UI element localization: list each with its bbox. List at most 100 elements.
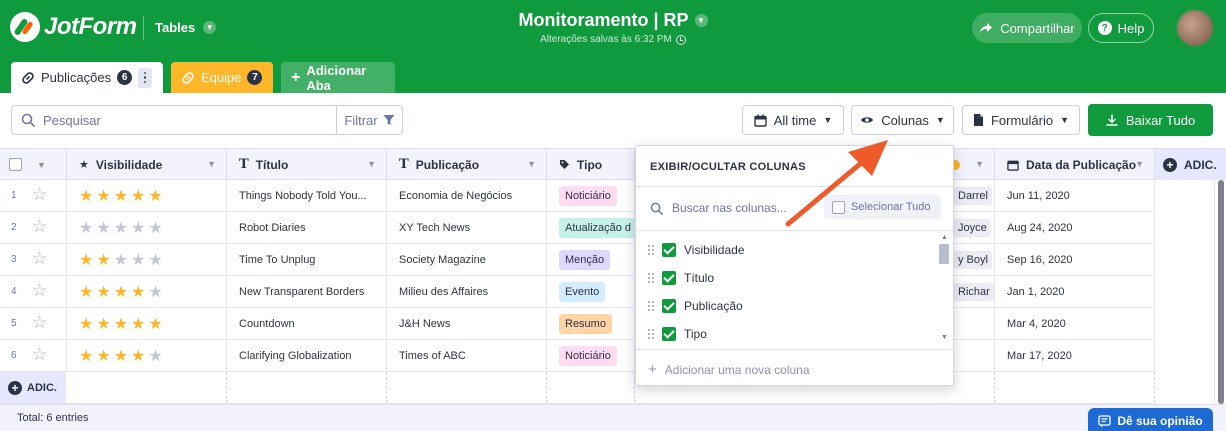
star-outline-icon[interactable]: ☆ <box>32 281 47 301</box>
rating-star-icon[interactable]: ★ <box>114 314 128 334</box>
publication-cell[interactable]: Times of ABC <box>387 340 547 371</box>
star-outline-icon[interactable]: ☆ <box>32 249 47 269</box>
chevron-down-icon[interactable]: ▼ <box>207 159 216 169</box>
row-number-cell[interactable]: 6 ☆ <box>0 340 67 371</box>
row-number-cell[interactable]: 4 ☆ <box>0 276 67 307</box>
title-cell[interactable]: Things Nobody Told You... <box>227 180 387 211</box>
column-header-tipo[interactable]: Tipo <box>547 149 635 180</box>
download-all-button[interactable]: Baixar Tudo <box>1088 104 1213 136</box>
type-cell[interactable]: Atualização d <box>547 212 635 243</box>
title-cell[interactable]: Time To Unplug <box>227 244 387 275</box>
form-button[interactable]: Formulário ▼ <box>962 105 1080 135</box>
vertical-scrollbar[interactable] <box>1214 180 1226 404</box>
rating-star-icon[interactable]: ★ <box>114 346 128 366</box>
chevron-down-icon[interactable]: ▼ <box>37 160 46 170</box>
star-rating[interactable]: ★ ★ ★ ★ ★ <box>79 346 163 366</box>
date-cell[interactable]: Aug 24, 2020 <box>995 212 1155 243</box>
type-cell[interactable]: Resumo <box>547 308 635 339</box>
rating-star-icon[interactable]: ★ <box>131 186 145 206</box>
column-header-pessoa[interactable]: ▼ <box>950 149 995 180</box>
title-cell[interactable]: Countdown <box>227 308 387 339</box>
feedback-button[interactable]: Dê sua opinião <box>1088 408 1213 431</box>
table-title[interactable]: Monitoramento | RP ▼ <box>518 10 708 31</box>
column-checkbox[interactable] <box>662 271 676 285</box>
scrollbar-thumb[interactable] <box>1218 180 1224 404</box>
column-toggle-publicacao[interactable]: Publicação <box>648 292 743 320</box>
column-list-scrollbar[interactable]: ▲ ▼ <box>938 234 950 344</box>
rating-star-icon[interactable]: ★ <box>96 250 110 270</box>
title-cell[interactable]: Clarifying Globalization <box>227 340 387 371</box>
rating-star-icon[interactable]: ★ <box>148 314 162 334</box>
publication-cell[interactable]: Society Magazine <box>387 244 547 275</box>
person-cell[interactable]: y Boyl <box>954 244 995 275</box>
rating-star-icon[interactable]: ★ <box>131 218 145 238</box>
type-cell[interactable]: Evento <box>547 276 635 307</box>
rating-star-icon[interactable]: ★ <box>114 282 128 302</box>
select-all-checkbox[interactable] <box>9 158 22 171</box>
select-all-header[interactable]: ▼ <box>0 149 67 180</box>
add-new-column-button[interactable]: + Adicionar uma nova coluna <box>648 362 810 377</box>
column-search[interactable]: Buscar nas colunas... <box>650 201 787 215</box>
column-checkbox[interactable] <box>662 327 676 341</box>
date-cell[interactable]: Jan 1, 2020 <box>995 276 1155 307</box>
rating-star-icon[interactable]: ★ <box>79 186 93 206</box>
publication-cell[interactable]: XY Tech News <box>387 212 547 243</box>
drag-handle-icon[interactable] <box>648 245 654 255</box>
row-number-cell[interactable]: 3 ☆ <box>0 244 67 275</box>
date-cell[interactable]: Jun 11, 2020 <box>995 180 1155 211</box>
avatar[interactable] <box>1177 10 1213 46</box>
column-toggle-tipo[interactable]: Tipo <box>648 320 707 348</box>
add-tab-button[interactable]: + Adicionar Aba <box>281 62 395 93</box>
chevron-down-icon[interactable]: ▼ <box>1135 159 1144 169</box>
date-cell[interactable]: Mar 17, 2020 <box>995 340 1155 371</box>
column-checkbox[interactable] <box>662 299 676 313</box>
star-rating[interactable]: ★ ★ ★ ★ ★ <box>79 218 163 238</box>
tab-publicacoes[interactable]: Publicações 6 <box>11 62 163 93</box>
rating-star-icon[interactable]: ★ <box>148 218 162 238</box>
drag-handle-icon[interactable] <box>648 273 654 283</box>
empty-cell[interactable] <box>954 372 995 403</box>
publication-cell[interactable]: Milieu des Affaires <box>387 276 547 307</box>
publication-cell[interactable]: J&H News <box>387 308 547 339</box>
chevron-down-icon[interactable]: ▼ <box>367 159 376 169</box>
more-options-icon[interactable] <box>138 67 153 88</box>
column-header-titulo[interactable]: T Título ▼ <box>227 149 387 180</box>
publication-cell[interactable]: Economia de Negócios <box>387 180 547 211</box>
rating-star-icon[interactable]: ★ <box>114 186 128 206</box>
rating-star-icon[interactable]: ★ <box>131 346 145 366</box>
type-cell[interactable]: Noticiário <box>547 340 635 371</box>
rating-star-icon[interactable]: ★ <box>96 218 110 238</box>
title-cell[interactable]: Robot Diaries <box>227 212 387 243</box>
column-header-visibilidade[interactable]: ★ Visibilidade ▼ <box>67 149 227 180</box>
star-outline-icon[interactable]: ☆ <box>32 313 47 333</box>
date-cell[interactable]: Mar 4, 2020 <box>995 308 1155 339</box>
rating-cell[interactable]: ★ ★ ★ ★ ★ <box>67 244 227 275</box>
table-row[interactable]: 3 ☆ ★ ★ ★ ★ ★ Time To Unplug Society Magazine Men… <box>0 244 1155 276</box>
date-cell[interactable]: Sep 16, 2020 <box>995 244 1155 275</box>
scrollbar-thumb[interactable] <box>939 244 949 264</box>
drag-handle-icon[interactable] <box>648 329 654 339</box>
column-toggle-titulo[interactable]: Título <box>648 264 714 292</box>
star-outline-icon[interactable]: ☆ <box>32 217 47 237</box>
share-button[interactable]: Compartilhar <box>972 13 1082 43</box>
chevron-down-icon[interactable]: ▼ <box>527 159 536 169</box>
star-rating[interactable]: ★ ★ ★ ★ ★ <box>79 282 163 302</box>
rating-star-icon[interactable]: ★ <box>79 218 93 238</box>
person-cell[interactable]: Richar <box>954 276 995 307</box>
empty-cell[interactable] <box>995 372 1155 403</box>
rating-cell[interactable]: ★ ★ ★ ★ ★ <box>67 276 227 307</box>
star-outline-icon[interactable]: ☆ <box>32 185 47 205</box>
empty-cell[interactable] <box>227 372 387 403</box>
row-number-cell[interactable]: 5 ☆ <box>0 308 67 339</box>
rating-star-icon[interactable]: ★ <box>148 282 162 302</box>
drag-handle-icon[interactable] <box>648 301 654 311</box>
search-input[interactable] <box>43 112 323 128</box>
person-cell[interactable]: Joyce <box>954 212 995 243</box>
column-header-data[interactable]: Data da Publicação ▼ <box>995 149 1155 180</box>
rating-cell[interactable]: ★ ★ ★ ★ ★ <box>67 212 227 243</box>
scroll-down-icon[interactable]: ▼ <box>941 334 948 341</box>
table-row[interactable]: 2 ☆ ★ ★ ★ ★ ★ Robot Diaries XY Tech News Atualiza… <box>0 212 1155 244</box>
add-column-button[interactable]: + ADIC. <box>1155 149 1226 180</box>
rating-star-icon[interactable]: ★ <box>79 282 93 302</box>
jotform-logo[interactable]: JotForm <box>10 12 137 42</box>
